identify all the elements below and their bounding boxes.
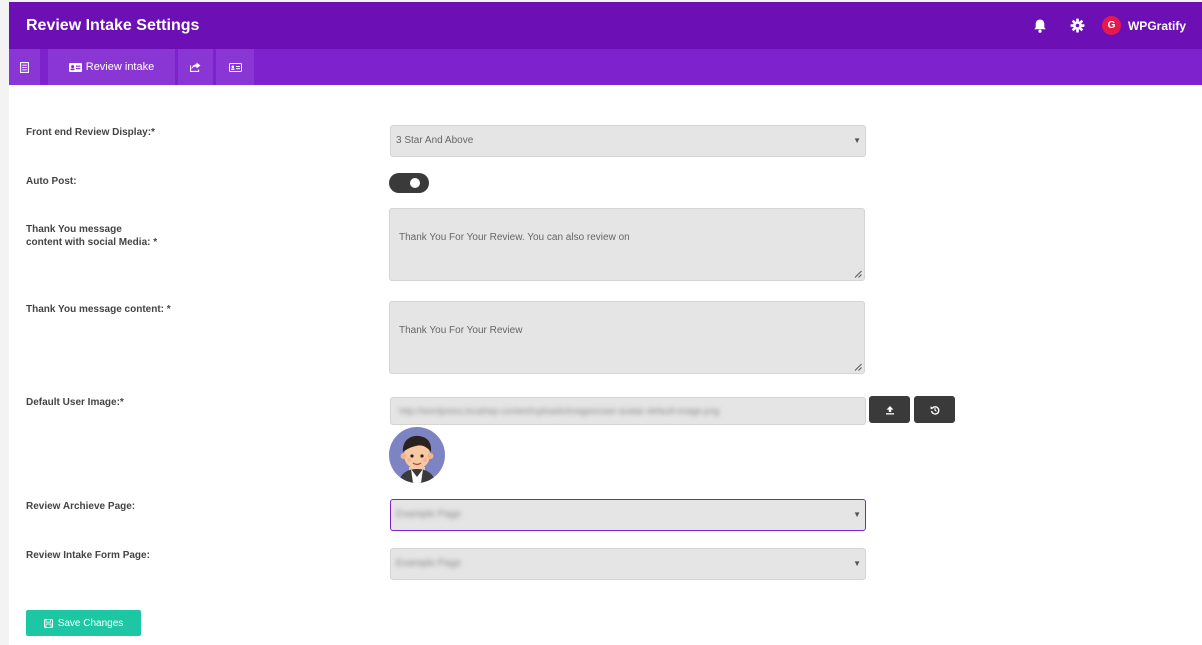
intake-form-page-label: Review Intake Form Page: [26, 550, 150, 561]
save-label: Save Changes [57, 617, 124, 629]
label-line: content with social Media: * [26, 237, 158, 248]
archive-page-label: Review Archieve Page: [26, 501, 136, 512]
upload-icon [885, 405, 894, 414]
tab-share[interactable] [178, 49, 213, 85]
intake-form-page-value: Example Page [396, 558, 462, 569]
dropdown-arrow-icon: ▼ [853, 136, 861, 145]
document-icon [20, 61, 29, 73]
tab-label: Review intake [85, 61, 155, 73]
frontend-display-value: 3 Star And Above [396, 135, 474, 146]
tab-bar: Review intake [9, 49, 1202, 85]
thank-you-textarea[interactable]: Thank You For Your Review [389, 301, 865, 374]
brand-logo-letter: G [1107, 20, 1116, 31]
tab-card[interactable] [216, 49, 254, 85]
archive-page-select[interactable]: Example Page ▼ [390, 499, 866, 531]
top-header: Review Intake Settings G WPGratify [9, 2, 1202, 49]
gear-icon[interactable] [1070, 18, 1085, 33]
header-actions: G WPGratify [1032, 2, 1202, 49]
tab-review-intake[interactable]: Review intake [48, 49, 175, 85]
default-user-image-input[interactable]: http://wordpress.local/wp-content/upload… [390, 397, 866, 425]
default-user-image-value: http://wordpress.local/wp-content/upload… [399, 406, 720, 416]
id-card-icon [68, 62, 82, 72]
reset-icon [930, 405, 939, 415]
thank-you-label: Thank You message content: * [26, 304, 171, 315]
thank-you-value: Thank You For Your Review [399, 325, 523, 336]
user-avatar-preview [389, 427, 445, 483]
settings-form: Front end Review Display:* 3 Star And Ab… [9, 85, 1202, 645]
intake-form-page-select[interactable]: Example Page ▼ [390, 548, 866, 580]
toggle-knob [410, 178, 420, 188]
share-icon [190, 62, 201, 72]
resize-handle-icon[interactable] [854, 363, 862, 371]
auto-post-label: Auto Post: [26, 176, 77, 187]
thank-you-social-label: Thank You message content with social Me… [26, 223, 157, 249]
frontend-display-label: Front end Review Display:* [26, 127, 155, 138]
dropdown-arrow-icon: ▼ [853, 559, 861, 568]
id-card-icon [228, 62, 242, 72]
default-user-image-label: Default User Image:* [26, 397, 124, 408]
label-line: Thank You message [26, 224, 122, 235]
thank-you-social-textarea[interactable]: Thank You For Your Review. You can also … [389, 208, 865, 281]
brand-name[interactable]: WPGratify [1128, 19, 1186, 33]
reset-image-button[interactable] [914, 396, 955, 423]
resize-handle-icon[interactable] [854, 270, 862, 278]
bell-icon[interactable] [1032, 18, 1048, 34]
archive-page-value: Example Page [396, 509, 462, 520]
brand-logo[interactable]: G [1101, 16, 1121, 35]
page-title: Review Intake Settings [26, 17, 200, 34]
dropdown-arrow-icon: ▼ [853, 510, 861, 519]
save-icon [43, 618, 53, 628]
thank-you-social-value: Thank You For Your Review. You can also … [399, 232, 630, 243]
settings-window: Review Intake Settings G WPGratify Revie… [9, 2, 1202, 645]
upload-button[interactable] [869, 396, 910, 423]
auto-post-toggle[interactable] [389, 173, 429, 193]
frontend-display-select[interactable]: 3 Star And Above ▼ [390, 125, 866, 157]
save-changes-button[interactable]: Save Changes [26, 610, 141, 636]
tab-document[interactable] [9, 49, 40, 85]
